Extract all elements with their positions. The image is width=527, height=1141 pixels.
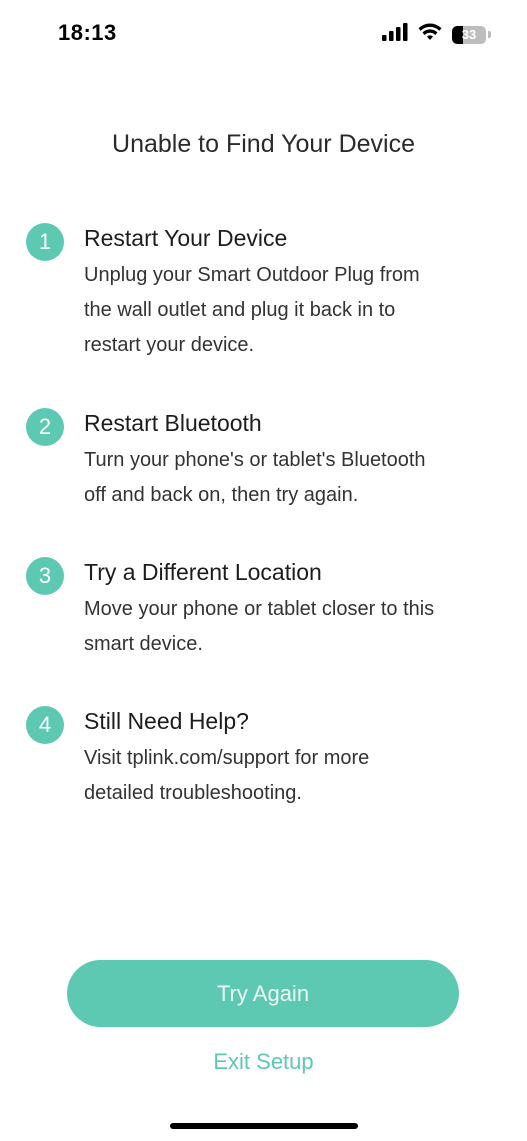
step-title: Try a Different Location: [84, 559, 322, 585]
step-title: Restart Bluetooth: [84, 410, 262, 436]
battery-icon: 33: [452, 25, 486, 44]
step-item: 3 Try a Different Location Move your pho…: [26, 554, 496, 662]
step-description-line: detailed troubleshooting.: [84, 782, 302, 804]
step-description-line: off and back on, then try again.: [84, 484, 359, 506]
battery-cap: [488, 31, 491, 38]
exit-setup-link[interactable]: Exit Setup: [0, 1045, 527, 1079]
step-description-line: smart device.: [84, 633, 203, 655]
step-number-badge: 1: [26, 223, 64, 261]
step-number-badge: 4: [26, 706, 64, 744]
step-description: Turn your phone's or tablet's Bluetooth …: [84, 443, 496, 513]
step-description-line: restart your device.: [84, 334, 255, 356]
cellular-signal-icon: [382, 23, 408, 46]
step-description: Move your phone or tablet closer to this…: [84, 592, 496, 662]
step-description-line: Move your phone or tablet closer to this: [84, 598, 435, 620]
step-description: Visit tplink.com/support for more detail…: [84, 741, 496, 811]
status-bar: 18:13 33: [0, 0, 527, 70]
step-title: Restart Your Device: [84, 225, 288, 251]
step-title: Still Need Help?: [84, 708, 249, 734]
try-again-button[interactable]: Try Again: [67, 960, 459, 1027]
step-description-line: Visit tplink.com/support for more: [84, 747, 370, 769]
step-description-line: Turn your phone's or tablet's Bluetooth: [84, 449, 426, 471]
step-number-badge: 2: [26, 408, 64, 446]
step-item: 1 Restart Your Device Unplug your Smart …: [26, 220, 496, 363]
step-description: Unplug your Smart Outdoor Plug from the …: [84, 258, 496, 363]
home-indicator[interactable]: [170, 1123, 358, 1129]
status-icons: 33: [382, 23, 491, 46]
status-time: 18:13: [58, 20, 117, 45]
step-description-line: Unplug your Smart Outdoor Plug from: [84, 264, 420, 286]
step-number-badge: 3: [26, 557, 64, 595]
step-item: 4 Still Need Help? Visit tplink.com/supp…: [26, 703, 496, 811]
wifi-icon: [418, 23, 442, 46]
step-description-line: the wall outlet and plug it back in to: [84, 299, 396, 321]
page-title: Unable to Find Your Device: [112, 130, 415, 158]
step-item: 2 Restart Bluetooth Turn your phone's or…: [26, 405, 496, 513]
battery-level: 33: [461, 26, 477, 42]
